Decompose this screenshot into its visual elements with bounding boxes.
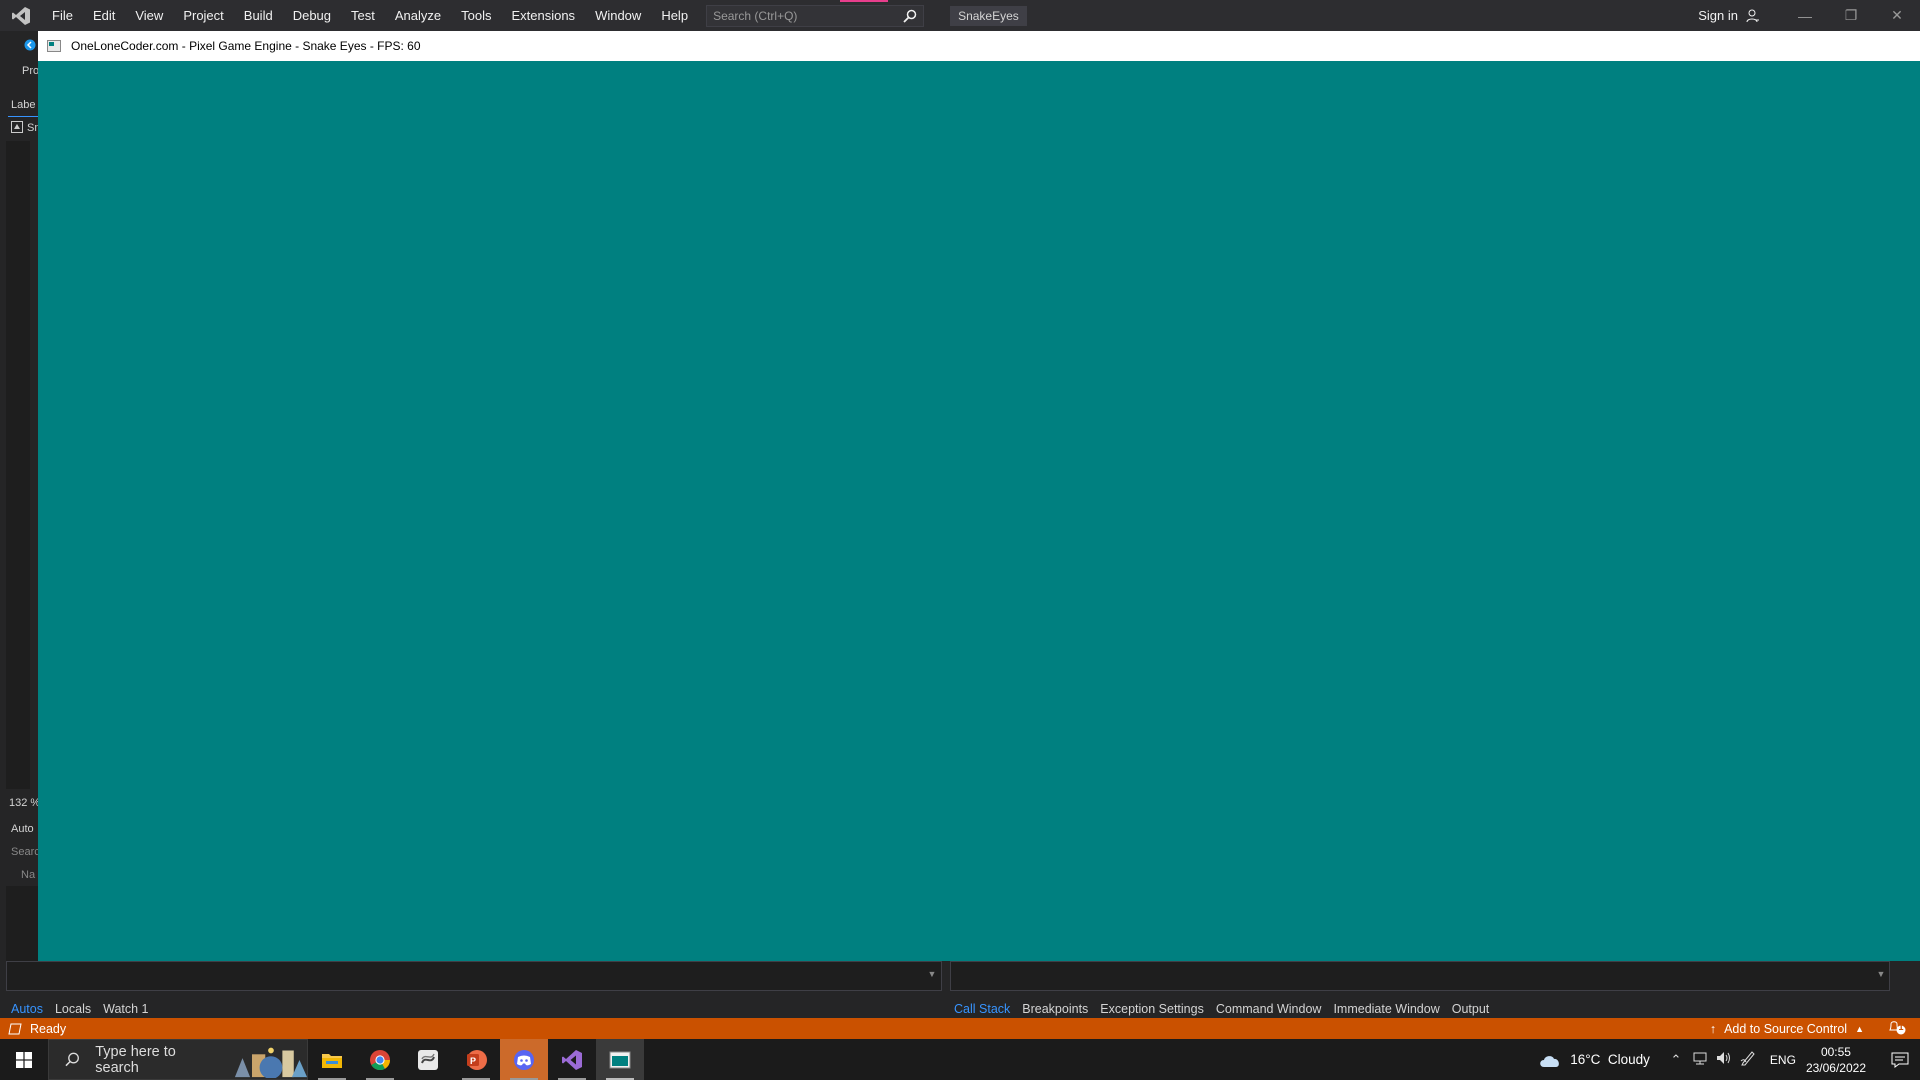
chrome-icon[interactable] — [356, 1039, 404, 1080]
minimize-icon[interactable]: — — [1782, 0, 1828, 31]
windows-taskbar: Type here to search P 16°C Cloudy ⌃ ENG … — [0, 1039, 1920, 1080]
menu-bar: File Edit View Project Build Debug Test … — [0, 0, 1920, 31]
search-input[interactable]: Search (Ctrl+Q) — [706, 4, 925, 27]
tab-command-window[interactable]: Command Window — [1210, 1002, 1328, 1016]
chevron-up-icon[interactable]: ⌃ — [1664, 1052, 1688, 1068]
status-bar: Ready ↑ Add to Source Control ▲ 1 — [0, 1018, 1920, 1039]
notifications-button[interactable]: 1 — [1888, 1019, 1906, 1038]
sign-in-label: Sign in — [1698, 8, 1738, 23]
right-tab-row: Call Stack Breakpoints Exception Setting… — [948, 999, 1495, 1019]
properties-panel-title: Pro — [22, 65, 38, 77]
windows-logo-icon — [16, 1051, 32, 1068]
game-window-title: OneLoneCoder.com - Pixel Game Engine - S… — [71, 39, 421, 53]
autos-search-fragment[interactable]: Searc — [11, 846, 38, 858]
discord-icon[interactable] — [500, 1039, 548, 1080]
status-text: Ready — [30, 1021, 67, 1036]
source-control-label: Add to Source Control — [1724, 1021, 1848, 1036]
clock-date: 23/06/2022 — [1805, 1060, 1866, 1075]
visual-studio-icon[interactable] — [548, 1039, 596, 1080]
language-indicator[interactable]: ENG — [1770, 1053, 1796, 1067]
clock-time: 00:55 — [1820, 1044, 1851, 1059]
clock[interactable]: 00:55 23/06/2022 — [1806, 1044, 1866, 1076]
search-highlight-illustration[interactable] — [232, 1042, 308, 1078]
menu-build[interactable]: Build — [234, 0, 283, 31]
close-icon[interactable]: ✕ — [1874, 0, 1920, 31]
cloud-icon — [1540, 1055, 1560, 1067]
system-tray: 16°C Cloudy ⌃ ENG 00:55 23/06/2022 — [1538, 1039, 1920, 1080]
search-icon[interactable] — [903, 9, 917, 26]
app-icon[interactable] — [404, 1039, 452, 1080]
network-icon[interactable] — [1688, 1051, 1712, 1068]
taskbar-search-box[interactable]: Type here to search — [48, 1039, 308, 1080]
game-canvas[interactable] — [38, 61, 1920, 961]
status-ready: Ready — [8, 1022, 66, 1036]
tree-item-fragment[interactable]: Sn — [27, 122, 38, 134]
left-tool-panels: Pro Labe Sn 132 % Auto Searc Na — [0, 31, 38, 1016]
callstack-panel-body — [950, 961, 1890, 991]
menu-extensions[interactable]: Extensions — [501, 0, 585, 31]
taskbar-search-placeholder: Type here to search — [95, 1043, 176, 1076]
weather-text: 16°C Cloudy — [1570, 1052, 1650, 1067]
menu-analyze[interactable]: Analyze — [385, 0, 451, 31]
menu-debug[interactable]: Debug — [283, 0, 341, 31]
autos-name-column: Na — [21, 869, 36, 881]
svg-text:P: P — [470, 1056, 476, 1066]
menu-file[interactable]: File — [42, 0, 83, 31]
user-icon — [1746, 9, 1759, 22]
tab-watch-1[interactable]: Watch 1 — [97, 1002, 154, 1016]
action-center-button[interactable] — [1880, 1051, 1920, 1069]
label-tab-underline — [8, 116, 38, 117]
tab-immediate-window[interactable]: Immediate Window — [1327, 1002, 1445, 1016]
back-navigation-icon[interactable] — [24, 39, 36, 51]
debug-panels: ▼ ▼ Autos Locals Watch 1 Call Stack Brea… — [0, 961, 1920, 1018]
menu-test[interactable]: Test — [341, 0, 385, 31]
tab-breakpoints[interactable]: Breakpoints — [1016, 1002, 1094, 1016]
item-icon — [11, 121, 23, 133]
autos-panel-title: Auto — [11, 823, 34, 835]
autos-panel-body — [6, 961, 942, 991]
volume-icon[interactable] — [1712, 1051, 1736, 1068]
notification-icon — [1891, 1052, 1909, 1068]
left-tab-row: Autos Locals Watch 1 — [5, 999, 155, 1019]
sign-in-button[interactable]: Sign in — [1698, 0, 1760, 31]
game-window[interactable]: OneLoneCoder.com - Pixel Game Engine - S… — [38, 31, 1920, 961]
caret-up-icon: ▲ — [1855, 1023, 1864, 1034]
menu-tools[interactable]: Tools — [451, 0, 501, 31]
powerpoint-icon[interactable]: P — [452, 1039, 500, 1080]
search-placeholder: Search (Ctrl+Q) — [713, 8, 798, 23]
zoom-level[interactable]: 132 % — [9, 797, 38, 809]
tab-autos[interactable]: Autos — [5, 1002, 49, 1016]
game-window-app-icon — [47, 40, 61, 52]
pen-icon[interactable] — [1736, 1050, 1760, 1069]
restore-icon[interactable]: ❐ — [1828, 0, 1874, 31]
windows-start-button[interactable] — [0, 1039, 48, 1080]
game-window-icon[interactable] — [596, 1039, 644, 1080]
label-tab[interactable]: Labe — [11, 99, 38, 111]
file-explorer-icon[interactable] — [308, 1039, 356, 1080]
tab-call-stack[interactable]: Call Stack — [948, 1002, 1016, 1016]
weather-widget[interactable]: 16°C Cloudy — [1538, 1052, 1650, 1068]
menu-edit[interactable]: Edit — [83, 0, 125, 31]
menu-window[interactable]: Window — [585, 0, 651, 31]
menu-view[interactable]: View — [125, 0, 173, 31]
menu-help[interactable]: Help — [651, 0, 698, 31]
add-to-source-control-button[interactable]: ↑ Add to Source Control ▲ — [1710, 1022, 1864, 1036]
output-status-icon[interactable] — [8, 1023, 22, 1035]
solution-name: SnakeEyes — [950, 5, 1027, 26]
search-icon — [65, 1052, 79, 1067]
arrow-up-icon: ↑ — [1709, 1021, 1717, 1036]
scroll-down-icon[interactable]: ▼ — [1874, 969, 1888, 985]
panel-content-area — [6, 141, 30, 789]
accent-strip — [840, 0, 888, 2]
scroll-down-icon[interactable]: ▼ — [925, 969, 939, 985]
tab-locals[interactable]: Locals — [49, 1002, 97, 1016]
tab-exception-settings[interactable]: Exception Settings — [1094, 1002, 1210, 1016]
menu-project[interactable]: Project — [173, 0, 233, 31]
tab-output[interactable]: Output — [1446, 1002, 1496, 1016]
game-window-titlebar[interactable]: OneLoneCoder.com - Pixel Game Engine - S… — [38, 31, 1920, 61]
visual-studio-logo-icon[interactable] — [0, 0, 42, 31]
notification-count: 1 — [1898, 1022, 1904, 1032]
